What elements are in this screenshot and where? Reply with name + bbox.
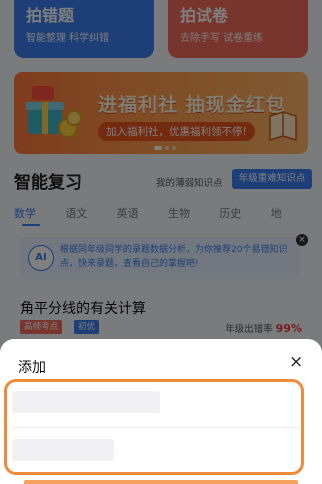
app-page: 拍错题 智能整理 科学纠错 拍试卷 去除手写 试卷重练 进福利社 抽现金红包 加…: [0, 0, 322, 484]
sheet-title: 添加: [18, 360, 46, 376]
bottom-peek-bar: [24, 480, 298, 484]
highlight-outline: [4, 379, 304, 475]
close-icon[interactable]: ×: [289, 352, 303, 372]
